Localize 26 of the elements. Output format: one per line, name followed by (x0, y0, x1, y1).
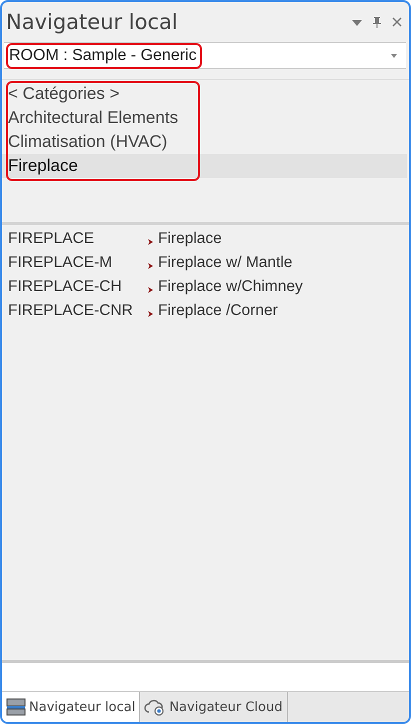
bullet-icon[interactable] (148, 262, 154, 268)
caret-icon[interactable] (390, 52, 398, 58)
bullet-icon[interactable] (148, 286, 154, 292)
cloud-icon[interactable] (144, 698, 166, 716)
item-code[interactable]: FIREPLACE-CH (8, 278, 148, 296)
item-name[interactable]: Fireplace w/ Mantle (158, 254, 292, 272)
category-item[interactable]: Fireplace (2, 154, 407, 178)
item-code[interactable]: FIREPLACE-M (8, 254, 148, 272)
window-title: Navigateur local (6, 10, 178, 34)
item-code[interactable]: FIREPLACE (8, 230, 148, 248)
item-name[interactable]: Fireplace (158, 230, 222, 248)
input-field[interactable] (2, 660, 409, 691)
category-item[interactable]: Climatisation (HVAC) (2, 130, 407, 154)
item-name[interactable]: Fireplace /Corner (158, 302, 278, 320)
item-code[interactable]: FIREPLACE-CNR (8, 302, 148, 320)
category-item[interactable]: Architectural Elements (2, 106, 407, 130)
tab[interactable]: Navigateur local (2, 692, 140, 722)
bullet-icon[interactable] (148, 238, 154, 244)
dropdown-value: ROOM : Sample - Generic (9, 46, 197, 64)
item-name[interactable]: Fireplace w/Chimney (158, 278, 303, 296)
room-dropdown[interactable]: ROOM : Sample - Generic (4, 42, 406, 69)
server-icon[interactable] (6, 698, 26, 716)
pin-icon[interactable] (371, 16, 383, 28)
close-icon[interactable] (391, 16, 403, 28)
bullet-icon[interactable] (148, 310, 154, 316)
category-item[interactable]: < Catégories > (2, 82, 407, 106)
